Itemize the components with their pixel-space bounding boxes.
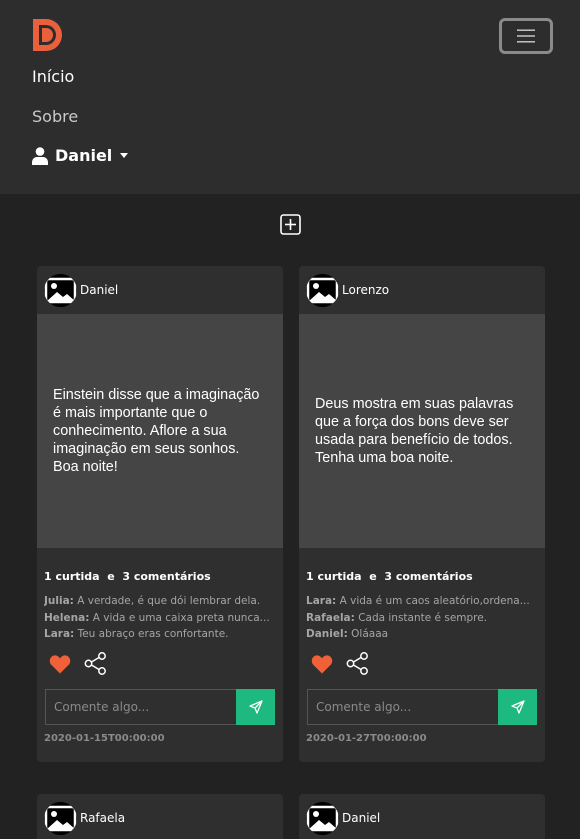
heart-icon[interactable]: [49, 654, 71, 674]
likes-count: 1 curtida: [306, 570, 362, 583]
comment-item: Helena: A vida e uma caixa preta nunca..…: [44, 610, 276, 627]
user-icon: [32, 146, 48, 165]
post-author[interactable]: Rafaela: [80, 811, 125, 825]
post-header: Lorenzo: [299, 266, 545, 314]
comment-form: [45, 688, 275, 725]
post-card: Rafaela: [37, 794, 283, 839]
comment-author: Helena:: [44, 611, 90, 624]
chevron-down-icon: [120, 153, 129, 158]
comment-author: Lara:: [44, 628, 75, 640]
image-placeholder-icon: [44, 801, 77, 835]
comment-item: Lara: Teu abraço eras confortante.: [44, 626, 276, 643]
send-icon: [248, 699, 263, 714]
post-card: Lorenzo Deus mostra em suas palavras que…: [299, 266, 545, 762]
post-author[interactable]: Daniel: [80, 283, 118, 297]
comment-author: Daniel:: [306, 628, 348, 640]
comment-item: Julia: A verdade, é que dói lembrar dela…: [44, 593, 276, 610]
image-placeholder-icon: [44, 273, 77, 307]
post-body: Einstein disse que a imaginação é mais i…: [37, 314, 283, 548]
post-header: Daniel: [299, 794, 545, 839]
post-header: Rafaela: [37, 794, 283, 839]
post-header: Daniel: [37, 266, 283, 314]
post-date: 2020-01-27T00:00:00: [306, 732, 427, 744]
comment-text: A vida é um caos aleatório,ordena...: [339, 595, 530, 607]
nav-link-sobre[interactable]: Sobre: [32, 107, 78, 126]
comments-count[interactable]: 3 comentários: [384, 570, 472, 583]
comment-text: Oláaaa: [351, 628, 389, 640]
comment-input[interactable]: [307, 688, 498, 725]
post-stats: 1 curtida e 3 comentários: [44, 570, 211, 583]
post-card: Daniel: [299, 794, 545, 839]
comment-author: Julia:: [44, 595, 74, 607]
user-name: Daniel: [55, 146, 113, 165]
hamburger-icon: [517, 29, 535, 43]
navbar: Início Sobre Daniel: [0, 0, 580, 194]
comment-input[interactable]: [45, 688, 236, 725]
add-post-button[interactable]: [280, 214, 301, 235]
post-card: Daniel Einstein disse que a imaginação é…: [37, 266, 283, 762]
send-comment-button[interactable]: [236, 688, 275, 725]
post-body: Deus mostra em suas palavras que a força…: [299, 314, 545, 548]
post-text: Einstein disse que a imaginação é mais i…: [53, 387, 260, 475]
comment-author: Rafaela:: [306, 611, 355, 624]
comment-item: Lara: A vida é um caos aleatório,ordena.…: [306, 593, 538, 610]
comment-text: A vida e uma caixa preta nunca...: [92, 611, 270, 624]
post-author[interactable]: Lorenzo: [342, 283, 389, 297]
brand-logo[interactable]: [31, 17, 65, 53]
comment-text: Teu abraço eras confortante.: [77, 628, 229, 640]
comments-count[interactable]: 3 comentários: [122, 570, 210, 583]
comments-list: Julia: A verdade, é que dói lembrar dela…: [37, 583, 283, 643]
post-actions: [299, 643, 545, 677]
post-author[interactable]: Daniel: [342, 811, 380, 825]
send-comment-button[interactable]: [498, 688, 537, 725]
comment-item: Daniel: Oláaaa: [306, 626, 538, 643]
comment-text: A verdade, é que dói lembrar dela.: [77, 595, 261, 607]
comment-text: Cada instante é sempre.: [358, 611, 488, 624]
avatar: [306, 801, 339, 835]
image-placeholder-icon: [306, 273, 339, 307]
likes-count: 1 curtida: [44, 570, 100, 583]
post-date: 2020-01-15T00:00:00: [44, 732, 165, 744]
comments-list: Lara: A vida é um caos aleatório,ordena.…: [299, 583, 545, 643]
nav-link-inicio[interactable]: Início: [32, 67, 74, 86]
comment-item: Rafaela: Cada instante é sempre.: [306, 610, 538, 627]
user-dropdown[interactable]: Daniel: [32, 146, 129, 165]
share-icon[interactable]: [346, 652, 369, 675]
post-stats: 1 curtida e 3 comentários: [306, 570, 473, 583]
heart-icon[interactable]: [311, 654, 333, 674]
avatar: [44, 801, 77, 835]
image-placeholder-icon: [306, 801, 339, 835]
avatar: [306, 273, 339, 307]
send-icon: [510, 699, 525, 714]
post-actions: [37, 643, 283, 677]
avatar: [44, 273, 77, 307]
comment-author: Lara:: [306, 595, 337, 607]
navbar-toggler-button[interactable]: [499, 18, 553, 54]
comment-form: [307, 688, 537, 725]
post-text: Deus mostra em suas palavras que a força…: [315, 396, 514, 466]
share-icon[interactable]: [84, 652, 107, 675]
